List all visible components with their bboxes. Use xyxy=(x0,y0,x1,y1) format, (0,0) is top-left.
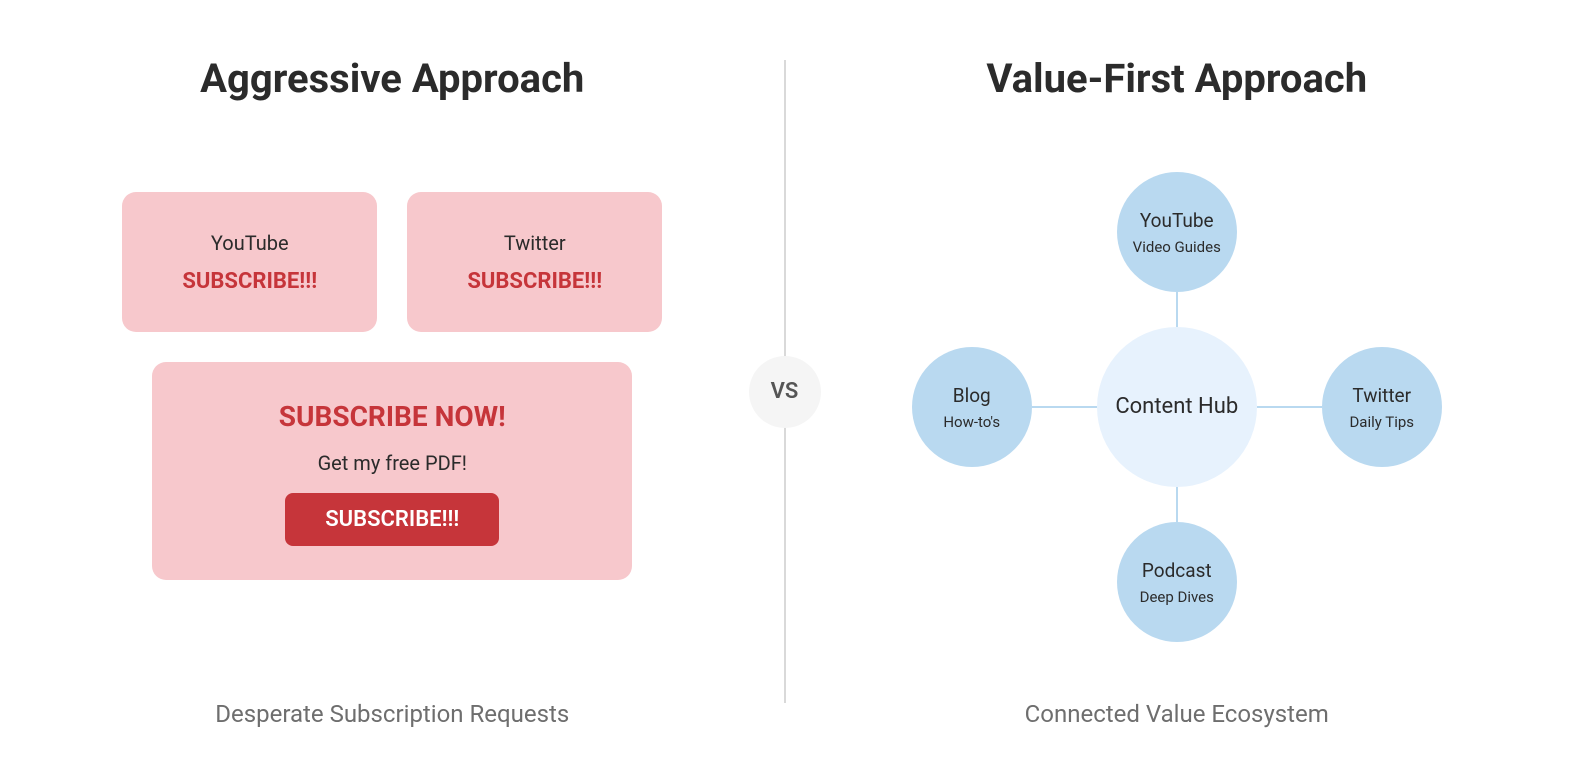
popup-headline: SUBSCRIBE NOW! xyxy=(279,400,506,433)
youtube-card-title: YouTube xyxy=(211,231,289,255)
hub-diagram: Content Hub YouTube Video Guides Twitter… xyxy=(897,152,1457,662)
twitter-card: Twitter SUBSCRIBE!!! xyxy=(407,192,662,332)
vs-badge: VS xyxy=(749,356,821,428)
value-first-footer: Connected Value Ecosystem xyxy=(785,700,1569,728)
hub-podcast-sub: Deep Dives xyxy=(1140,588,1214,606)
hub-blog-node: Blog How-to's xyxy=(912,347,1032,467)
value-first-title: Value-First Approach xyxy=(986,55,1367,102)
aggressive-title: Aggressive Approach xyxy=(200,55,584,102)
youtube-card-cta: SUBSCRIBE!!! xyxy=(182,269,317,294)
aggressive-content: YouTube SUBSCRIBE!!! Twitter SUBSCRIBE!!… xyxy=(112,192,672,580)
comparison-container: Aggressive Approach YouTube SUBSCRIBE!!!… xyxy=(0,0,1569,783)
hub-podcast-title: Podcast xyxy=(1142,559,1212,582)
hub-twitter-sub: Daily Tips xyxy=(1349,413,1414,431)
hub-twitter-node: Twitter Daily Tips xyxy=(1322,347,1442,467)
aggressive-top-row: YouTube SUBSCRIBE!!! Twitter SUBSCRIBE!!… xyxy=(112,192,672,332)
hub-center-label: Content Hub xyxy=(1115,393,1238,422)
aggressive-footer: Desperate Subscription Requests xyxy=(0,700,785,728)
aggressive-panel: Aggressive Approach YouTube SUBSCRIBE!!!… xyxy=(0,0,785,783)
hub-podcast-node: Podcast Deep Dives xyxy=(1117,522,1237,642)
hub-youtube-title: YouTube xyxy=(1140,209,1214,232)
twitter-card-cta: SUBSCRIBE!!! xyxy=(467,269,602,294)
hub-youtube-sub: Video Guides xyxy=(1133,238,1221,256)
hub-youtube-node: YouTube Video Guides xyxy=(1117,172,1237,292)
hub-twitter-title: Twitter xyxy=(1352,384,1411,407)
value-first-panel: Value-First Approach Content Hub YouTube… xyxy=(785,0,1569,783)
hub-blog-sub: How-to's xyxy=(943,413,1000,431)
hub-blog-title: Blog xyxy=(953,384,991,407)
subscribe-popup: SUBSCRIBE NOW! Get my free PDF! SUBSCRIB… xyxy=(152,362,632,580)
youtube-card: YouTube SUBSCRIBE!!! xyxy=(122,192,377,332)
twitter-card-title: Twitter xyxy=(504,231,566,255)
popup-subscribe-button: SUBSCRIBE!!! xyxy=(285,493,499,546)
hub-center-node: Content Hub xyxy=(1097,327,1257,487)
popup-sub: Get my free PDF! xyxy=(318,451,467,475)
